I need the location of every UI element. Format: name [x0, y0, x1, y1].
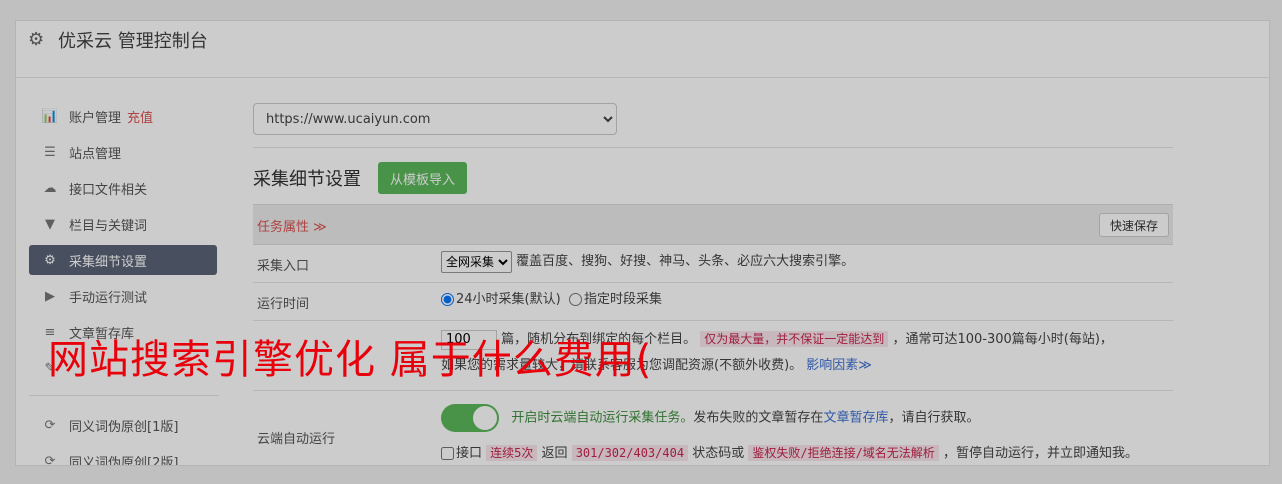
radio-scheduled[interactable] [568, 293, 582, 306]
max-note-tag: 仅为最大量，并不保证一定能达到 [700, 331, 889, 347]
radio-24h[interactable] [441, 293, 454, 306]
tag-five-times: 连续5次 [486, 445, 538, 461]
console-window: ⚙ 优采云 管理控制台 📊 账户管理 充值 ☰ 站点管理 ☁ 接口文件相关 ▼ … [15, 20, 1270, 466]
quick-save-button[interactable]: 快速保存 [1098, 213, 1169, 237]
entry-select[interactable]: 全网采集 [441, 250, 512, 273]
row-label: 采集入口 [257, 259, 310, 274]
bar-chart-icon: 📊 [41, 108, 59, 124]
task-attr-toggle[interactable]: 任务属性 ≫ [257, 216, 327, 235]
pause-text-1: 返回 [541, 446, 568, 461]
gears-icon: ⚙ [44, 252, 56, 268]
import-template-button[interactable]: 从模板导入 [378, 162, 468, 194]
toggle-knob [473, 406, 497, 430]
play-circle-icon: ▶ [45, 288, 55, 304]
recharge-link[interactable]: 充值 [127, 107, 153, 126]
row-value: 全网采集 覆盖百度、搜狗、好搜、神马、头条、必应六大搜索引擎。 [441, 249, 1169, 275]
server-icon: ☰ [44, 144, 56, 160]
refresh-icon: ⟳ [44, 417, 56, 433]
sidebar-item-interface-files[interactable]: ☁ 接口文件相关 [29, 173, 217, 203]
row-value: 开启时云端自动运行采集任务。发布失败的文章暂存在文章暂存库，请自行获取。 接口 … [441, 404, 1169, 465]
pause-text-3: ，暂停自动运行，并立即通知我。 [942, 446, 1138, 461]
cloud-toggle[interactable] [441, 404, 499, 432]
tag-auth-fail: 鉴权失败/拒绝连接/域名无法解析 [748, 445, 939, 461]
tag-status-codes: 301/302/403/404 [571, 445, 689, 461]
row-cloud: 云端自动运行 开启时云端自动运行采集任务。发布失败的文章暂存在文章暂存库，请自行… [253, 390, 1173, 465]
sidebar-divider [29, 395, 219, 396]
cloud-desc-end: ，请自行获取。 [888, 410, 980, 426]
pause-label: 接口 [456, 446, 483, 461]
sidebar: 📊 账户管理 充值 ☰ 站点管理 ☁ 接口文件相关 ▼ 栏目与关键词 ⚙ 采集细… [16, 77, 246, 465]
overlay-headline: 网站搜索引擎优化 属于什么费用( [48, 337, 653, 383]
row-entry: 采集入口 全网采集 覆盖百度、搜狗、好搜、神马、头条、必应六大搜索引擎。 [253, 244, 1173, 283]
sidebar-item-label: 栏目与关键词 [69, 218, 148, 234]
sidebar-item-synonym-v2[interactable]: ⟳ 同义词伪原创[2版] [29, 446, 217, 466]
factors-link[interactable]: 影响因素≫ [806, 358, 872, 373]
row-time: 运行时间 24小时采集(默认) 指定时段采集 [253, 282, 1173, 321]
gear-icon: ⚙ [28, 29, 45, 50]
divider [253, 147, 1173, 148]
sidebar-item-label: 接口文件相关 [69, 182, 148, 198]
refresh-icon: ⟳ [44, 453, 56, 466]
sidebar-item-label: 手动运行测试 [69, 290, 148, 306]
radio-scheduled-label: 指定时段采集 [583, 292, 662, 307]
row-label: 云端自动运行 [257, 432, 336, 447]
page-title: 优采云 管理控制台 [58, 31, 208, 52]
sidebar-item-label: 同义词伪原创[2版] [69, 455, 179, 466]
article-store-link[interactable]: 文章暂存库 [823, 411, 888, 426]
sidebar-item-label: 同义词伪原创[1版] [69, 419, 179, 435]
pause-text-2: 状态码或 [692, 446, 745, 461]
task-attr-header: 任务属性 ≫ 快速保存 [253, 204, 1173, 245]
main-content: https://www.ucaiyun.com 采集细节设置 从模板导入 任务属… [253, 77, 1173, 465]
sidebar-item-columns-keywords[interactable]: ▼ 栏目与关键词 [29, 209, 217, 239]
row-label: 运行时间 [257, 297, 310, 312]
sidebar-item-label: 采集细节设置 [69, 254, 148, 270]
count-desc-2: ，通常可达100-300篇每小时(每站)， [892, 332, 1113, 347]
filter-icon: ▼ [45, 216, 55, 232]
cloud-upload-icon: ☁ [43, 180, 57, 196]
top-bar: ⚙ 优采云 管理控制台 [16, 21, 1269, 78]
sidebar-item-label: 站点管理 [69, 146, 122, 162]
cloud-toggle-desc: 开启时云端自动运行采集任务。 [511, 410, 694, 426]
section-title: 采集细节设置 [253, 169, 361, 190]
row-value: 24小时采集(默认) 指定时段采集 [441, 287, 1169, 313]
sidebar-item-account[interactable]: 📊 账户管理 充值 [29, 101, 217, 131]
sidebar-item-manual-run[interactable]: ▶ 手动运行测试 [29, 281, 217, 311]
sidebar-item-sites[interactable]: ☰ 站点管理 [29, 137, 217, 167]
site-select[interactable]: https://www.ucaiyun.com [253, 103, 617, 135]
sidebar-item-collect-settings[interactable]: ⚙ 采集细节设置 [29, 245, 217, 275]
pause-option: 接口 连续5次 返回 301/302/403/404 状态码或 鉴权失败/拒绝连… [441, 440, 1169, 465]
radio-24h-label: 24小时采集(默认) [456, 292, 561, 307]
pause-checkbox[interactable] [441, 447, 454, 460]
sidebar-item-label: 账户管理 [69, 110, 122, 126]
sidebar-item-synonym-v1[interactable]: ⟳ 同义词伪原创[1版] [29, 410, 217, 440]
entry-desc: 覆盖百度、搜狗、好搜、神马、头条、必应六大搜索引擎。 [516, 254, 855, 269]
cloud-desc: 发布失败的文章暂存在 [693, 410, 824, 426]
